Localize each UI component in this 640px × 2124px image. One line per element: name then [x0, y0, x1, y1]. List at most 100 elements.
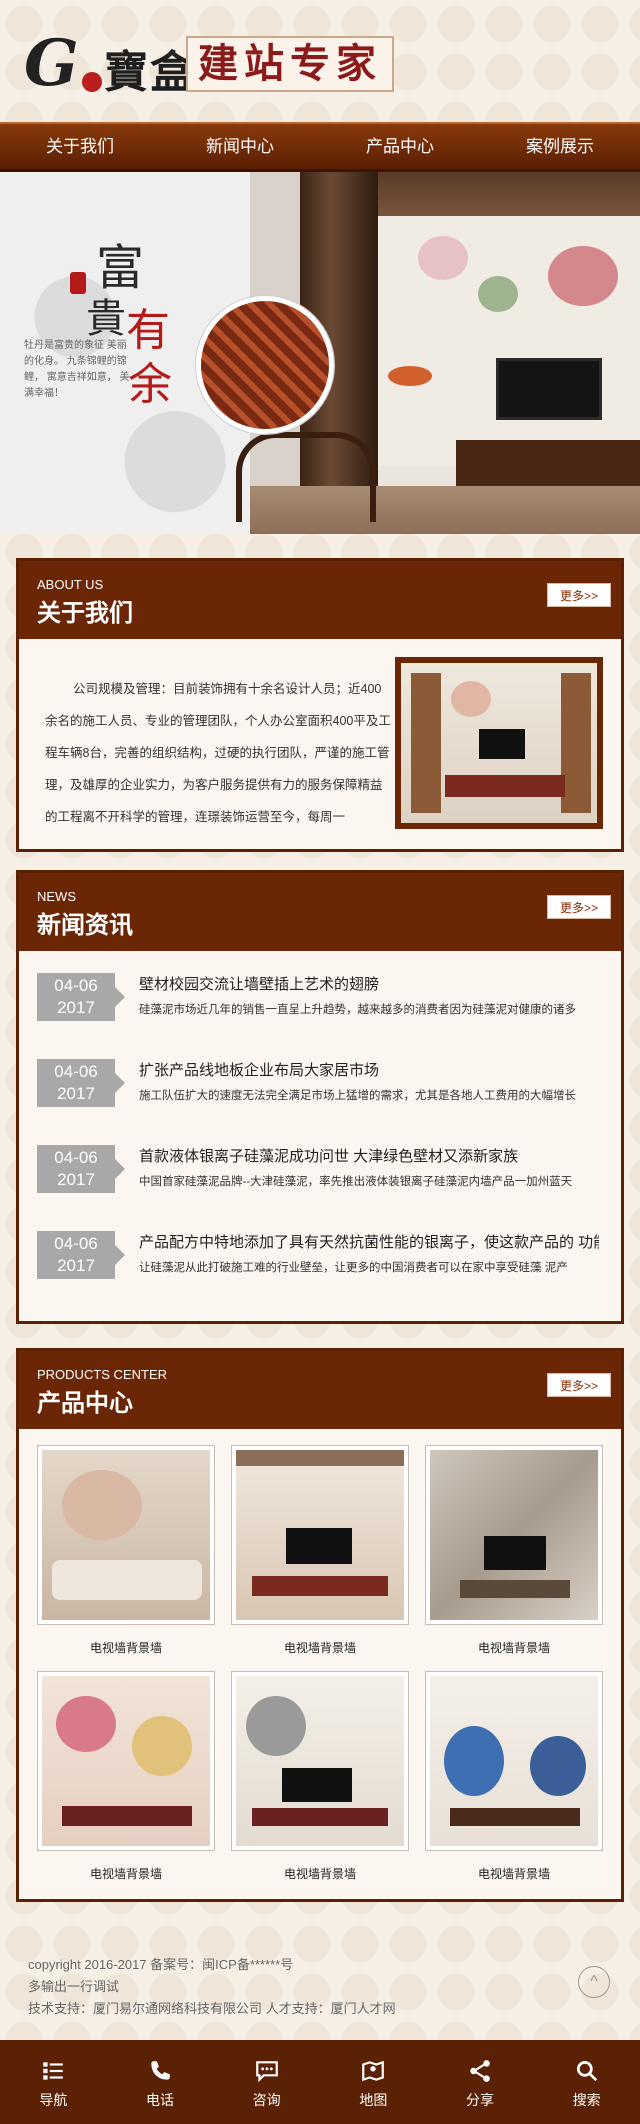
product-image[interactable]: [231, 1445, 409, 1625]
news-date: 04-06: [54, 1234, 98, 1253]
footer-copyright: copyright 2016-2017 备案号：闽ICP备******号: [28, 1957, 294, 1972]
news-year: 2017: [57, 1084, 95, 1103]
product-label[interactable]: 电视墙背景墙: [231, 1865, 409, 1882]
nav-item-about[interactable]: 关于我们: [0, 124, 160, 169]
footer-support: 技术支持：厦门易尔通网络科技有限公司 人才支持：厦门人才网: [28, 2001, 396, 2016]
about-section: ABOUT US 关于我们 更多>> 公司规模及管理：目前装饰拥有十余名设计人员…: [16, 558, 624, 852]
product-label[interactable]: 电视墙背景墙: [37, 1639, 215, 1656]
product-card[interactable]: 电视墙背景墙: [425, 1671, 603, 1882]
banner-poem: 牡丹是富贵的象征 美丽的化身。 九条锦鲤的锦鲤， 寓意吉祥如意， 美满幸福！: [24, 340, 130, 399]
products-section: PRODUCTS CENTER 产品中心 更多>> 电视墙背景墙 电视墙背景墙 …: [16, 1348, 624, 1902]
toolbar-share[interactable]: 分享: [427, 2040, 534, 2124]
back-to-top-button[interactable]: ^: [578, 1966, 610, 1998]
news-item-title[interactable]: 壁材校园交流让墙壁插上艺术的翅膀: [139, 973, 599, 994]
banner-feature-wall: [378, 216, 640, 466]
product-card[interactable]: 电视墙背景墙: [425, 1445, 603, 1656]
toolbar-label: 电话: [146, 2092, 174, 2108]
product-card[interactable]: 电视墙背景墙: [231, 1671, 409, 1882]
product-image-flower: [444, 1726, 504, 1796]
banner-calligraphy-4: 余: [128, 359, 172, 410]
about-image[interactable]: [395, 657, 603, 829]
main-nav: 关于我们 新闻中心 产品中心 案例展示: [0, 122, 640, 172]
product-label[interactable]: 电视墙背景墙: [425, 1865, 603, 1882]
toolbar-nav[interactable]: 导航: [0, 2040, 107, 2124]
toolbar-chat[interactable]: 咨询: [213, 2040, 320, 2124]
toolbar-label: 咨询: [252, 2092, 281, 2108]
toolbar-map[interactable]: 地图: [320, 2040, 427, 2124]
product-label[interactable]: 电视墙背景墙: [231, 1639, 409, 1656]
product-label[interactable]: 电视墙背景墙: [425, 1639, 603, 1656]
products-title-en: PRODUCTS CENTER: [37, 1367, 168, 1382]
products-title: 产品中心: [37, 1390, 133, 1417]
news-year: 2017: [57, 1170, 95, 1189]
news-item-desc: 施工队伍扩大的速度无法完全满足市场上猛增的需求，尤其是各地人工费用的大幅增长: [139, 1090, 576, 1102]
leaf-decoration: [478, 276, 518, 312]
banner-calligraphy-2: 貴: [86, 296, 126, 342]
news-item[interactable]: 04-06 2017 壁材校园交流让墙壁插上艺术的翅膀 硅藻泥市场近几年的销售一直…: [37, 973, 607, 1039]
nav-item-news[interactable]: 新闻中心: [160, 124, 320, 169]
product-image[interactable]: [231, 1671, 409, 1851]
product-image-cabinet: [252, 1808, 388, 1826]
phone-icon: [151, 2061, 170, 2080]
toolbar-search[interactable]: 搜索: [533, 2040, 640, 2124]
product-image[interactable]: [425, 1671, 603, 1851]
toolbar-label: 分享: [466, 2092, 495, 2108]
news-date-badge: 04-06 2017: [37, 1059, 125, 1107]
product-card[interactable]: 电视墙背景墙: [37, 1671, 215, 1882]
news-date: 04-06: [54, 976, 98, 995]
news-title: 新闻资讯: [37, 912, 133, 939]
logo-slogan: 建站专家: [186, 36, 394, 92]
news-item[interactable]: 04-06 2017 产品配方中特地添加了具有天然抗菌性能的银离子，使这款产品的 …: [37, 1231, 607, 1297]
news-item-desc: 硅藻泥市场近几年的销售一直呈上升趋势，越来越多的消费者因为硅藻泥对健康的诸多: [139, 1004, 576, 1016]
footer-line-2: 多输出一行调试: [28, 1979, 120, 1994]
flower-decoration: [548, 246, 618, 306]
site-logo[interactable]: G 寶盒 建站专家: [24, 28, 404, 100]
logo-seal-icon: [82, 72, 102, 92]
logo-letter: G: [24, 26, 79, 101]
product-image[interactable]: [425, 1445, 603, 1625]
nav-item-products[interactable]: 产品中心: [320, 124, 480, 169]
product-image-tv: [282, 1768, 352, 1802]
product-label[interactable]: 电视墙背景墙: [37, 1865, 215, 1882]
about-image-tv: [479, 729, 525, 759]
product-image-tv: [286, 1528, 352, 1564]
chat-icon: [255, 2061, 278, 2083]
toolbar-phone[interactable]: 电话: [107, 2040, 214, 2124]
news-date-badge: 04-06 2017: [37, 973, 125, 1021]
news-item-desc: 让硅藻泥从此打破施工难的行业壁垒，让更多的中国消费者可以在家中享受硅藻 泥产: [139, 1262, 568, 1274]
news-more-button[interactable]: 更多>>: [547, 895, 611, 919]
product-image-art: [62, 1470, 142, 1540]
product-image[interactable]: [37, 1445, 215, 1625]
news-item-title[interactable]: 首款液体银离子硅藻泥成功问世 大津绿色壁材又添新家族: [139, 1145, 599, 1166]
product-image-flower: [56, 1696, 116, 1752]
news-item[interactable]: 04-06 2017 扩张产品线地板企业布局大家居市场 施工队伍扩大的速度无法完全…: [37, 1059, 607, 1125]
product-image-cabinet: [62, 1806, 192, 1826]
product-card[interactable]: 电视墙背景墙: [231, 1445, 409, 1656]
news-date-badge: 04-06 2017: [37, 1145, 125, 1193]
about-header: ABOUT US 关于我们 更多>>: [19, 561, 621, 639]
hero-banner[interactable]: 富 貴 有 余 牡丹是富贵的象征 美丽的化身。 九条锦鲤的锦鲤， 寓意吉祥如意，…: [0, 172, 640, 534]
about-title: 关于我们: [37, 600, 133, 627]
about-image-panel: [411, 673, 441, 813]
nav-item-cases[interactable]: 案例展示: [480, 124, 640, 169]
site-header: G 寶盒 建站专家: [0, 0, 640, 122]
toolbar-label: 导航: [39, 2092, 68, 2108]
product-image-flower: [530, 1736, 586, 1796]
about-image-flower: [451, 681, 491, 717]
flower-decoration: [418, 236, 468, 280]
product-image-cabinet: [450, 1808, 580, 1826]
about-more-button[interactable]: 更多>>: [547, 583, 611, 607]
news-year: 2017: [57, 998, 95, 1017]
products-more-button[interactable]: 更多>>: [547, 1373, 611, 1397]
news-item[interactable]: 04-06 2017 首款液体银离子硅藻泥成功问世 大津绿色壁材又添新家族 中国首…: [37, 1145, 607, 1211]
product-card[interactable]: 电视墙背景墙: [37, 1445, 215, 1656]
product-image-flower: [132, 1716, 192, 1776]
about-image-cabinet: [445, 775, 565, 797]
product-image[interactable]: [37, 1671, 215, 1851]
map-icon: [362, 2060, 385, 2082]
product-image-cabinet: [252, 1576, 388, 1596]
news-item-title[interactable]: 扩张产品线地板企业布局大家居市场: [139, 1059, 599, 1080]
logo-brand: 寶盒: [104, 47, 196, 98]
news-item-title[interactable]: 产品配方中特地添加了具有天然抗菌性能的银离子，使这款产品的 功能: [139, 1231, 599, 1252]
product-image-ceiling: [236, 1450, 404, 1466]
